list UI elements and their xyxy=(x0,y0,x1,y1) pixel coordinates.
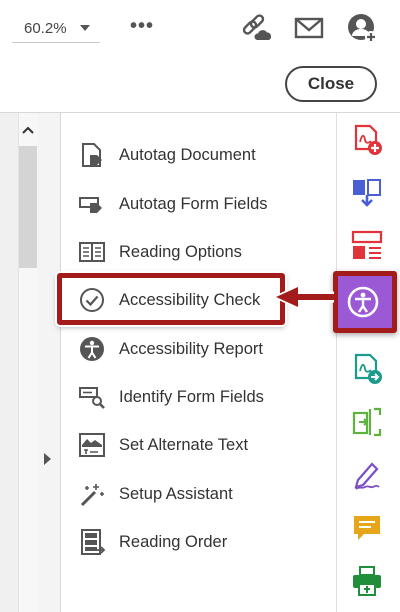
menu-item-label: Autotag Form Fields xyxy=(119,194,268,213)
autotag-form-fields-icon xyxy=(79,197,102,213)
more-options-button[interactable]: ••• xyxy=(130,16,154,36)
zoom-dropdown[interactable]: 60.2% xyxy=(12,14,100,43)
menu-item-autotag-document[interactable]: Autotag Document xyxy=(61,131,336,179)
menu-item-autotag-form-fields[interactable]: Autotag Form Fields xyxy=(61,180,336,228)
menu-item-label: Identify Form Fields xyxy=(119,387,264,406)
reading-options-icon xyxy=(79,242,105,262)
scrollbar-thumb[interactable] xyxy=(19,146,37,268)
print-production-icon[interactable] xyxy=(350,564,384,598)
fill-sign-icon[interactable] xyxy=(350,458,384,492)
chevron-down-icon xyxy=(80,25,90,31)
email-icon[interactable] xyxy=(293,12,325,44)
menu-item-label: Reading Options xyxy=(119,242,242,261)
pointer-arrow-icon xyxy=(272,284,334,310)
comment-icon[interactable] xyxy=(350,511,384,545)
collapse-panel-icon[interactable] xyxy=(44,453,51,465)
edit-pdf-icon[interactable] xyxy=(350,405,384,439)
menu-item-identify-form-fields[interactable]: Identify Form Fields xyxy=(61,373,336,421)
menu-item-accessibility-report[interactable]: Accessibility Report xyxy=(61,325,336,373)
zoom-value: 60.2% xyxy=(24,19,67,37)
document-area xyxy=(0,113,18,612)
menu-item-label: Accessibility Report xyxy=(119,339,263,358)
add-user-icon[interactable] xyxy=(346,12,378,44)
close-button[interactable]: Close xyxy=(285,66,377,102)
accessibility-icon xyxy=(347,286,379,318)
menu-item-label: Set Alternate Text xyxy=(119,435,249,454)
combine-files-icon[interactable] xyxy=(350,176,384,210)
set-alternate-text-icon xyxy=(79,433,105,457)
panel-collapse-strip[interactable] xyxy=(38,113,61,612)
menu-item-reading-order[interactable]: Reading Order xyxy=(61,518,336,566)
setup-assistant-icon xyxy=(80,484,104,507)
menu-item-label: Autotag Document xyxy=(119,145,256,164)
menu-item-label: Setup Assistant xyxy=(119,484,233,503)
menu-item-setup-assistant[interactable]: Setup Assistant xyxy=(61,470,336,518)
autotag-document-icon xyxy=(82,143,102,167)
identify-form-fields-icon xyxy=(79,387,105,409)
accessibility-check-highlight xyxy=(57,273,285,325)
accessibility-tools-menu: Autotag Document Autotag Form Fields Rea… xyxy=(61,113,336,612)
organize-pages-icon[interactable] xyxy=(350,229,384,263)
scroll-up-icon[interactable] xyxy=(22,126,34,134)
menu-item-label: Reading Order xyxy=(119,532,228,551)
share-link-icon[interactable] xyxy=(240,12,272,44)
menu-item-reading-options[interactable]: Reading Options xyxy=(61,228,336,276)
create-pdf-icon[interactable] xyxy=(350,123,384,157)
export-pdf-icon[interactable] xyxy=(350,352,384,386)
reading-order-icon xyxy=(81,529,106,555)
accessibility-report-icon xyxy=(80,337,104,361)
menu-item-set-alternate-text[interactable]: Set Alternate Text xyxy=(61,421,336,469)
